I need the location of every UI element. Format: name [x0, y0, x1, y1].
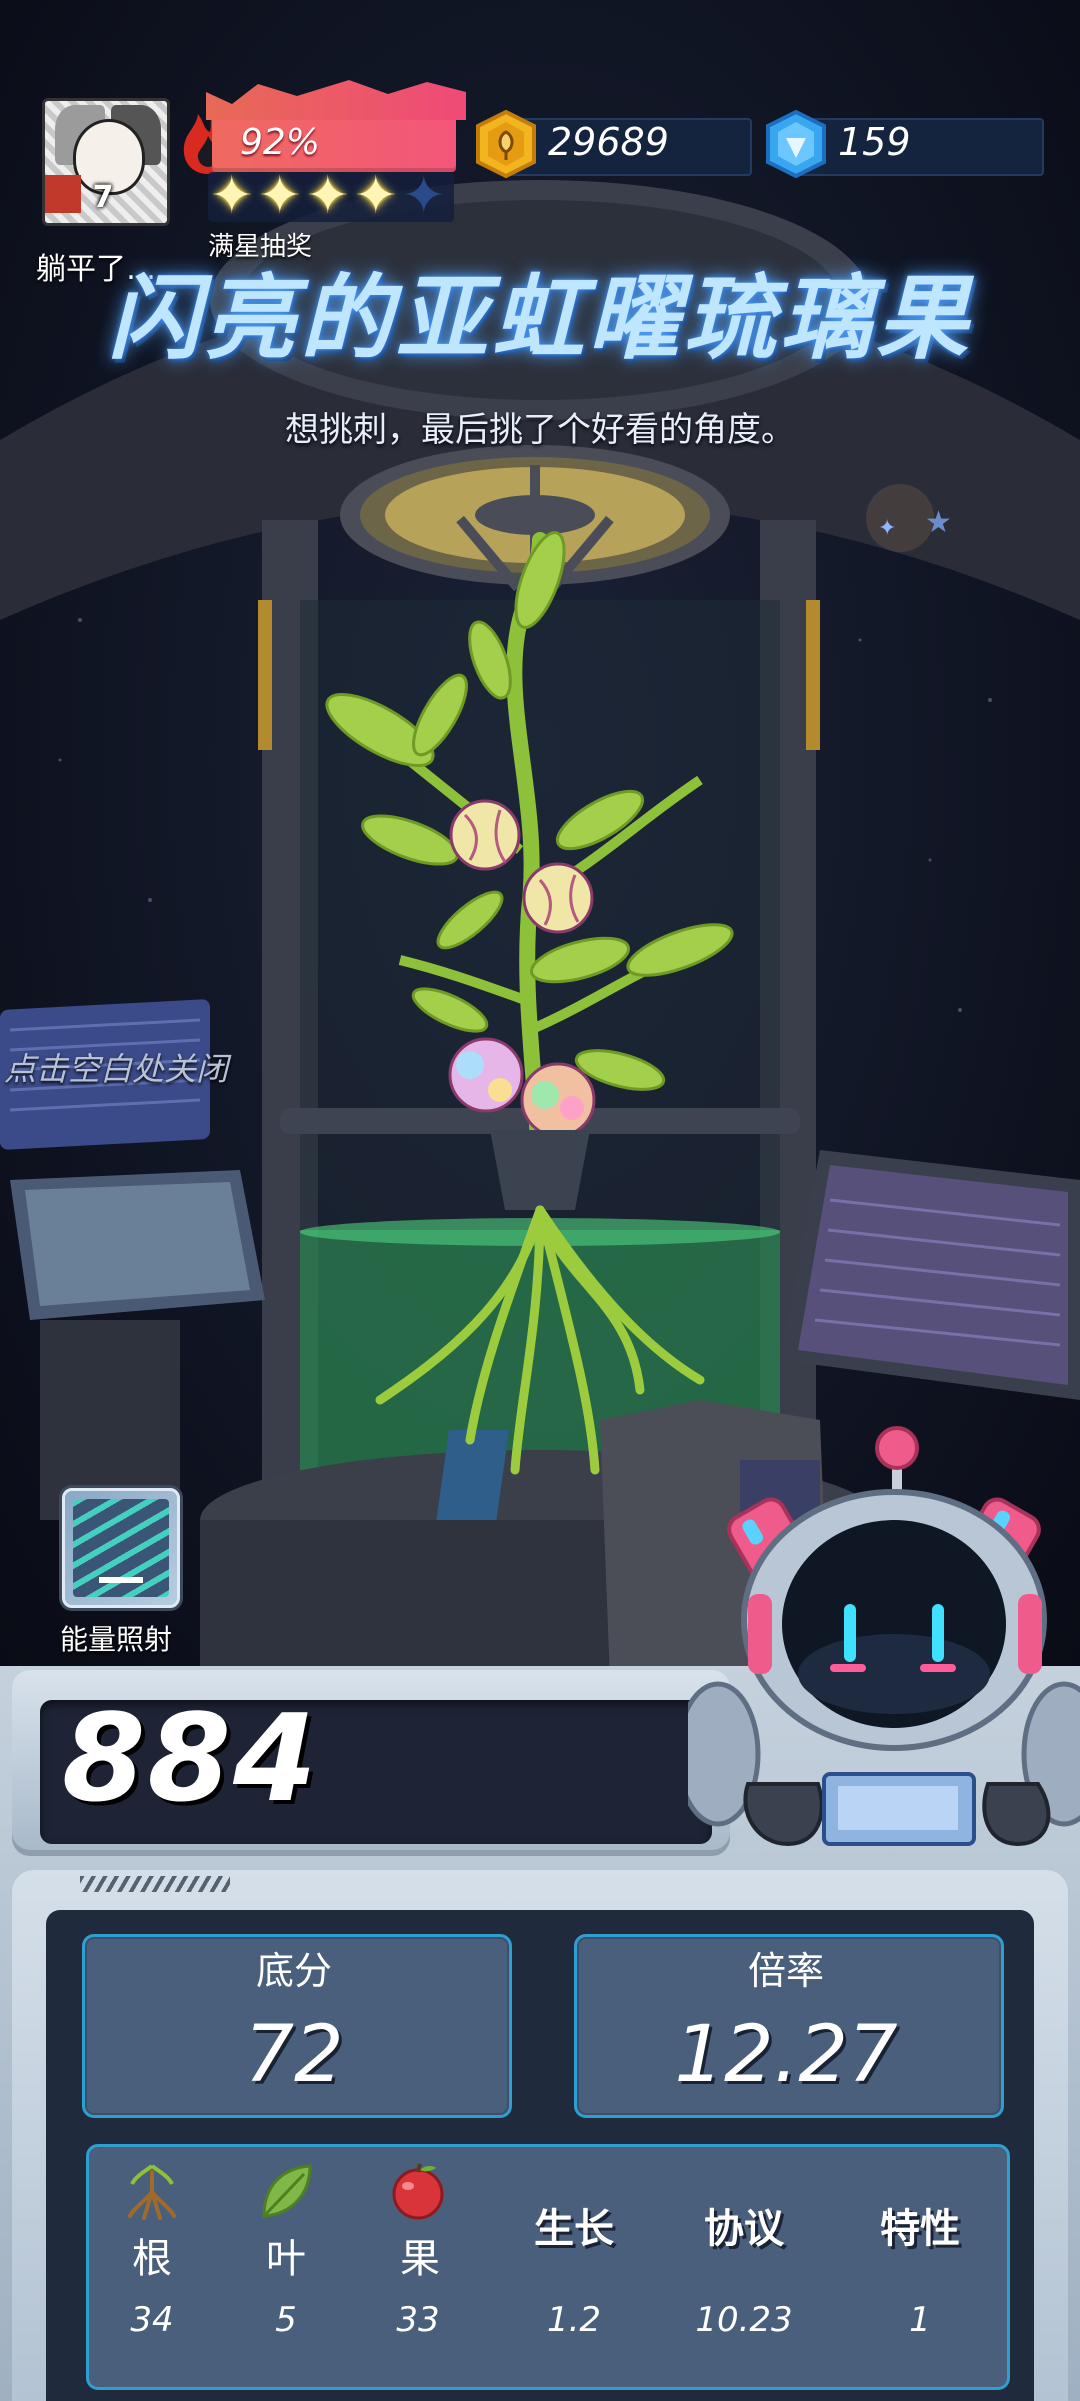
fruit-icon	[392, 2163, 444, 2220]
base-score-label: 底分	[255, 1949, 332, 1993]
star-filled-icon: ✦	[354, 166, 398, 226]
root-label: 根	[132, 2236, 172, 2282]
svg-text:★: ★	[925, 505, 952, 540]
growth-label: 生长	[534, 2206, 614, 2252]
coin-amount: 29689	[548, 120, 669, 164]
player-level: 7	[92, 180, 114, 215]
gem-amount: 159	[838, 120, 911, 164]
trait-label: 特性	[880, 2206, 960, 2252]
energy-irradiation-label: 能量照射	[60, 1623, 173, 1656]
tap-to-close-hint: 点击空白处关闭	[4, 1050, 229, 1088]
multiplier-value: 12.27	[674, 2010, 898, 2100]
base-score-value: 72	[244, 2010, 344, 2100]
item-title: 闪亮的亚虹曜琉璃果	[107, 265, 972, 372]
protocol-label: 协议	[704, 2206, 784, 2252]
fruit-label: 果	[400, 2236, 440, 2282]
total-score: 884	[62, 1690, 319, 1829]
star-filled-icon: ✦	[306, 166, 350, 226]
trait-value: 1	[909, 2300, 931, 2340]
star-empty-icon: ✦	[402, 166, 446, 226]
lamp-base	[99, 1547, 143, 1583]
coin-icon	[476, 109, 536, 179]
robot-mascot[interactable]	[688, 1424, 1080, 1894]
gem-icon	[766, 109, 826, 179]
svg-text:✦: ✦	[878, 516, 896, 541]
leaf-icon	[262, 2164, 312, 2218]
energy-irradiation-button[interactable]	[62, 1488, 180, 1608]
fruit-value: 33	[396, 2300, 440, 2340]
heat-percent: 92%	[240, 122, 321, 163]
root-icon	[128, 2164, 176, 2220]
growth-value: 1.2	[546, 2300, 602, 2340]
star-filled-icon: ✦	[210, 166, 254, 226]
star-rating[interactable]: ✦ ✦ ✦ ✦ ✦	[208, 168, 454, 224]
leaf-label: 叶	[266, 2236, 306, 2282]
multiplier-label: 倍率	[747, 1949, 824, 1993]
protocol-value: 10.23	[695, 2300, 793, 2340]
star-filled-icon: ✦	[258, 166, 302, 226]
panel-vent	[80, 1876, 230, 1892]
item-description: 想挑刺，最后挑了个好看的角度。	[285, 410, 795, 450]
